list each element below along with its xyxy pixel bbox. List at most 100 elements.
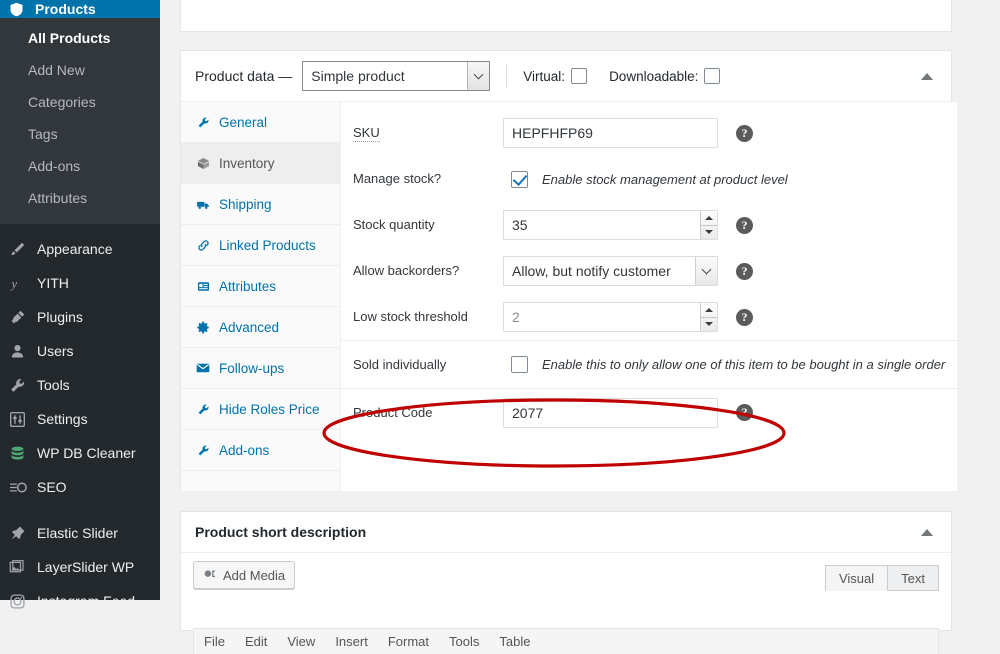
sidebar-item-appearance[interactable]: Appearance [0,232,160,266]
sidebar-item-layerslider-wp[interactable]: LayerSlider WP [0,550,160,584]
wrench-icon [9,377,33,394]
backorders-help-icon[interactable]: ? [736,262,753,280]
short-description-collapse-toggle[interactable] [917,522,937,542]
schema-postbox: Validate my schema [180,0,952,32]
menu-file[interactable]: File [204,634,225,649]
product-code-help-icon[interactable]: ? [736,404,753,421]
product-code-input[interactable]: 2077 [503,397,718,428]
sidebar-subitem-add-ons[interactable]: Add-ons [0,150,160,182]
tab-visual[interactable]: Visual [824,565,889,591]
backorders-value: Allow, but notify customer [512,263,671,279]
manage-stock-description: Enable stock management at product level [542,171,788,187]
low-stock-threshold-row: Low stock threshold 2 ? [341,294,957,340]
stock-quantity-spinner[interactable] [700,211,717,239]
downloadable-checkbox-label: Downloadable: [609,68,721,84]
sidebar-subitem-categories[interactable]: Categories [0,86,160,118]
tab-label: Attributes [219,278,277,294]
downloadable-checkbox[interactable] [704,68,721,84]
product-data-header: Product data — Simple product Virtual: D… [181,51,951,102]
menu-separator [0,224,160,232]
user-icon [9,343,33,360]
menu-insert[interactable]: Insert [335,634,368,649]
tab-shipping[interactable]: Shipping [181,184,340,225]
menu-format[interactable]: Format [388,634,429,649]
sidebar-item-seo[interactable]: SEO [0,470,160,504]
sidebar-subitem-attributes[interactable]: Attributes [0,182,160,214]
sidebar-item-instagram-feed[interactable]: Instagram Feed [0,584,160,618]
sold-individually-row: Sold individually Enable this to only al… [341,340,958,388]
tab-add-ons[interactable]: Add-ons [181,430,340,471]
sku-input[interactable]: HEPFHFP69 [503,118,718,148]
link-icon [195,239,211,252]
backorders-row: Allow backorders? Allow, but notify cust… [341,248,957,294]
menu-edit[interactable]: Edit [245,634,267,649]
spinner-up-icon[interactable] [701,211,717,226]
chevron-down-icon [467,62,490,90]
sidebar-subitem-label: Add New [28,62,85,78]
tab-linked-products[interactable]: Linked Products [181,225,340,266]
sold-individually-checkbox[interactable] [511,356,528,373]
virtual-checkbox-label: Virtual: [523,68,588,84]
low-stock-threshold-help-icon[interactable]: ? [736,308,753,326]
menu-tools[interactable]: Tools [449,634,479,649]
sidebar-subitem-add-new[interactable]: Add New [0,54,160,86]
list-icon [195,280,211,293]
tab-follow-ups[interactable]: Follow-ups [181,348,340,389]
sku-help-icon[interactable]: ? [736,124,753,142]
add-media-button[interactable]: Add Media [193,561,296,589]
tab-inventory[interactable]: Inventory [181,143,340,184]
menu-view[interactable]: View [287,634,315,649]
editor-mode-tabs: Visual Text [824,565,939,591]
stock-quantity-help-icon[interactable]: ? [736,216,753,234]
sliders-icon [9,411,33,428]
spinner-up-icon[interactable] [701,303,717,318]
sidebar-item-users[interactable]: Users [0,334,160,368]
instagram-icon [9,593,33,610]
pin-icon [9,525,33,542]
sidebar-item-label: Appearance [37,241,113,257]
sidebar-item-yith[interactable]: y YITH [0,266,160,300]
backorders-select[interactable]: Allow, but notify customer [503,256,718,286]
low-stock-threshold-stepper[interactable]: 2 [503,302,718,332]
sidebar-item-label: Users [37,343,74,359]
yith-icon: y [9,275,33,292]
sidebar-item-settings[interactable]: Settings [0,402,160,436]
svg-text:y: y [10,276,18,290]
media-icon [203,568,217,582]
wrench-icon [195,403,211,416]
box-icon [195,157,211,170]
sidebar-item-label: YITH [37,275,69,291]
sidebar-item-elastic-slider[interactable]: Elastic Slider [0,516,160,550]
sidebar-subitem-tags[interactable]: Tags [0,118,160,150]
sidebar-subitem-label: Tags [28,126,58,142]
sidebar-item-wp-db-cleaner[interactable]: WP DB Cleaner [0,436,160,470]
menu-table[interactable]: Table [499,634,530,649]
manage-stock-checkbox[interactable] [511,170,528,188]
product-code-label: Product Code [353,404,433,420]
product-data-collapse-toggle[interactable] [917,66,937,86]
low-stock-threshold-input[interactable]: 2 [503,302,718,332]
tab-advanced[interactable]: Advanced [181,307,340,348]
tab-label: Hide Roles Price [219,401,320,417]
tab-attributes[interactable]: Attributes [181,266,340,307]
sku-row: SKU HEPFHFP69 ? [341,110,957,156]
product-type-select[interactable]: Simple product [302,61,491,91]
tab-text[interactable]: Text [888,565,939,591]
tab-label: General [219,114,268,130]
low-stock-threshold-spinner[interactable] [700,303,717,331]
sidebar-item-products[interactable]: Products [0,0,160,18]
spinner-down-icon[interactable] [701,226,717,240]
stock-quantity-stepper[interactable]: 35 [503,210,718,240]
sidebar-subitem-all-products[interactable]: All Products [0,22,160,54]
wrench-icon [195,116,211,129]
stock-quantity-row: Stock quantity 35 ? [341,202,957,248]
tab-hide-roles-price[interactable]: Hide Roles Price [181,389,340,430]
virtual-checkbox[interactable] [571,68,588,84]
sidebar-subitem-label: All Products [28,30,111,46]
spinner-down-icon[interactable] [701,318,717,332]
sidebar-item-plugins[interactable]: Plugins [0,300,160,334]
sidebar-item-tools[interactable]: Tools [0,368,160,402]
low-stock-threshold-label: Low stock threshold [353,309,468,324]
stock-quantity-input[interactable]: 35 [503,210,718,240]
tab-general[interactable]: General [181,102,340,143]
